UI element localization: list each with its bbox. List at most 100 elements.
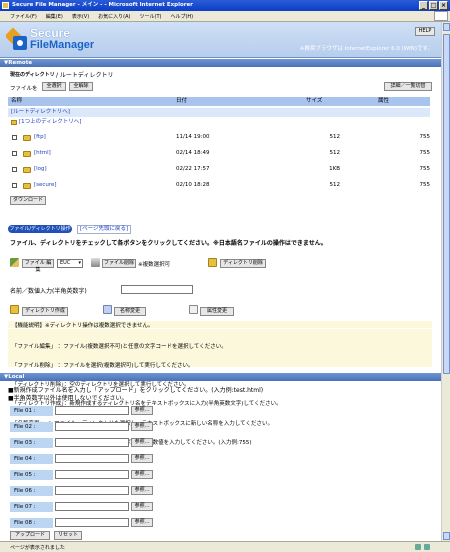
menu-help[interactable]: ヘルプ(H) [170,13,193,20]
file-checkbox[interactable] [12,167,17,172]
column-size: サイズ [306,98,323,104]
maximize-button[interactable]: □ [429,1,438,10]
page-header: Secure FileManager HELP ※推奨ブラウザは Interne… [0,22,441,58]
file-ops-tab: ファイル/ディレクトリ操作 [8,225,72,233]
function-note: 【機能説明】※ディレクトリ操作は複数選択できません。 [8,321,432,329]
browse-button[interactable]: 参照... [131,454,153,463]
file-attr: 755 [419,166,431,172]
file-row: [ftp] 11/14 19:00 512 755 [8,133,430,142]
edit-file-button[interactable]: ファイル 編集 [22,259,54,273]
column-date: 日付 [176,98,188,104]
rename-button[interactable]: 名称変更 [114,307,146,316]
nav-root-link[interactable]: [ルートディレクトリへ] [11,108,70,117]
delete-file-button[interactable]: ファイル削除 [102,259,136,268]
menu-favorites[interactable]: お気に入り(A) [98,13,130,20]
file-date: 02/10 18:28 [176,182,210,188]
file-attr: 755 [419,134,431,140]
file-name-link[interactable]: [log] [34,165,47,174]
upload-label: File 01 : [10,406,53,416]
upload-label: File 07 : [10,502,53,512]
folder-delete-icon [208,258,217,267]
column-name: 名称 [11,98,23,104]
app-icon [2,2,9,9]
file-date: 11/14 19:00 [176,134,210,140]
vertical-scrollbar[interactable] [441,22,450,541]
folder-icon [23,151,31,157]
upload-input[interactable] [55,518,129,527]
menu-edit[interactable]: 編集(E) [46,13,63,20]
reset-button[interactable]: リセット [54,531,82,540]
menu-bar: ファイル(F) 編集(E) 表示(V) お気に入り(A) ツール(T) ヘルプ(… [0,11,450,22]
browse-button[interactable]: 参照... [131,502,153,511]
chevron-down-icon: ▾ [78,260,81,266]
remote-section-bar[interactable]: ▼Remote [0,59,441,67]
nav-up-link[interactable]: [1つ上のディレクトリへ] [19,118,81,127]
current-dir-label: 現在のディレクトリ [10,72,55,78]
menu-view[interactable]: 表示(V) [72,13,89,20]
file-name-link[interactable]: [secure] [34,181,57,190]
select-all-button[interactable]: 全選択 [42,82,66,91]
browse-button[interactable]: 参照... [131,438,153,447]
scroll-down-icon[interactable] [443,532,450,540]
upload-label: File 04 : [10,454,53,464]
browse-button[interactable]: 参照... [131,470,153,479]
nav-up-row: [1つ上のディレクトリへ] [8,118,430,127]
upload-input[interactable] [55,454,129,463]
upload-input[interactable] [55,422,129,431]
name-input-label: 名前／数値入力(半角英数字) [10,288,87,295]
name-input[interactable] [121,285,193,294]
upload-input[interactable] [55,486,129,495]
window-title: Secure File Manager - メイン - - Microsoft … [12,2,193,8]
file-checkbox[interactable] [12,151,17,156]
new-folder-icon [10,305,19,314]
upload-label: File 03 : [10,438,53,448]
upload-button[interactable]: アップロード [10,531,50,540]
delete-dir-button[interactable]: ディレクトリ削除 [220,259,266,268]
file-row: [html] 02/14 18:49 512 755 [8,149,430,158]
zone-icon [424,544,430,550]
charset-value: EUC [60,260,71,266]
upload-input[interactable] [55,438,129,447]
local-section-bar[interactable]: ▼Local [0,373,441,381]
file-attr: 755 [419,150,431,156]
page-top-link[interactable]: [ページ先頭に戻る] [77,225,132,234]
detail-toggle-button[interactable]: 詳細／一覧切替 [384,82,432,91]
menu-tools[interactable]: ツール(T) [140,13,162,20]
folder-icon [23,135,31,141]
browse-button[interactable]: 参照... [131,518,153,527]
file-name-link[interactable]: [html] [34,149,51,158]
browse-button[interactable]: 参照... [131,406,153,415]
status-text: ページが表示されました [10,544,65,551]
menu-file[interactable]: ファイル(F) [10,13,37,20]
windows-logo-icon [434,11,448,21]
download-button[interactable]: ダウンロード [10,196,46,205]
scroll-up-icon[interactable] [443,23,450,31]
file-name-link[interactable]: [ftp] [34,133,46,142]
upload-input[interactable] [55,470,129,479]
column-attr: 属性 [378,98,390,104]
upload-input[interactable] [55,502,129,511]
file-size: 512 [329,150,341,156]
charset-select[interactable]: EUC ▾ [57,259,83,268]
file-size: 512 [329,134,341,140]
file-checkbox[interactable] [12,183,17,188]
minimize-button[interactable]: _ [419,1,428,10]
chmod-button[interactable]: 属性変更 [200,307,234,316]
status-bar: ページが表示されました [0,541,450,552]
pencil-icon [10,258,19,267]
upload-input[interactable] [55,406,129,415]
lock-icon [415,544,421,550]
close-button[interactable]: × [439,1,448,10]
file-checkbox[interactable] [12,135,17,140]
help-button[interactable]: HELP [415,27,435,36]
deselect-all-button[interactable]: 全解除 [69,82,93,91]
scrollbar-thumb[interactable] [443,34,450,374]
browse-button[interactable]: 参照... [131,422,153,431]
browse-button[interactable]: 参照... [131,486,153,495]
file-date: 02/14 18:49 [176,150,210,156]
help-box: 「ファイル編集」 ：ファイル(複数選択不可)と任意の文字コードを選択してください… [8,329,432,446]
local-note-2: ■半角英数字以外は使用しないでください。 [8,395,128,402]
upload-label: File 08 : [10,518,53,528]
window-titlebar: Secure File Manager - メイン - - Microsoft … [0,0,450,11]
mkdir-button[interactable]: ディレクトリ作成 [22,307,68,316]
